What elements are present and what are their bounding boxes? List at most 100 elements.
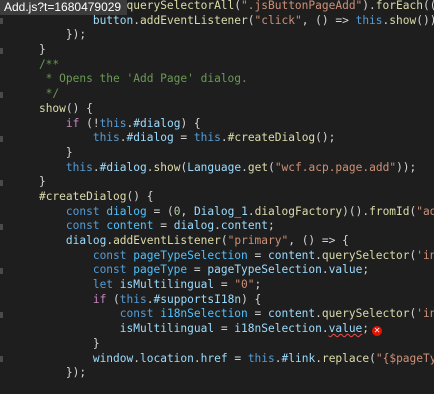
code-line: dialog.addEventListener("primary", () =>… (12, 234, 434, 249)
code-token: pageTypeSelection (133, 248, 248, 262)
code-token: = (214, 278, 235, 292)
code-token: #createDialog (227, 131, 316, 145)
code-token: this (92, 131, 120, 145)
code-token: i18nSelection (234, 322, 322, 336)
code-token: Language (187, 160, 242, 174)
code-token: if (65, 116, 80, 130)
code-token: ( (220, 234, 228, 247)
code-token: } (12, 336, 100, 350)
code-token: content (268, 248, 316, 262)
code-token: addEventListener (113, 234, 221, 247)
code-token: . (146, 292, 154, 306)
code-token: , () => { (288, 234, 349, 247)
code-token: * Opens the 'Add Page' dialog. (12, 72, 248, 86)
code-token: . (193, 351, 201, 365)
code-editor[interactable]: document.querySelectorAll(".jsButtonPage… (12, 0, 434, 381)
code-token: . (241, 160, 248, 174)
code-token: . (315, 248, 322, 262)
code-token: location (140, 351, 194, 365)
code-token: value (328, 263, 363, 277)
code-token: content (268, 307, 316, 321)
code-token: this (119, 292, 147, 306)
editor-gutter (0, 0, 7, 394)
code-token: 'input[name="isMultilingual"]' (416, 307, 434, 321)
code-line: window.location.href = this.#link.replac… (12, 352, 434, 367)
code-line: * Opens the 'Add Page' dialog. (12, 72, 434, 87)
gutter-fold-marker (0, 268, 3, 274)
code-token: content (106, 219, 154, 233)
code-token: () { (126, 189, 154, 203)
code-token: = (247, 248, 268, 262)
code-token: )); (396, 160, 417, 174)
code-token: this (99, 116, 127, 130)
code-line: this.#dialog.show(Language.get("wcf.acp.… (12, 161, 434, 176)
code-line: } (12, 175, 434, 190)
code-line: } (12, 43, 434, 58)
code-token: addEventListener (140, 13, 248, 27)
code-token: let (92, 278, 114, 292)
code-token: ".jsButtonPageAdd" (241, 0, 363, 12)
code-token: ; (254, 278, 262, 292)
code-token: content (220, 219, 269, 233)
code-line: #createDialog() { (12, 190, 434, 205)
code-token: pageType (133, 263, 188, 277)
editor-tab[interactable]: Add.js?t=1680479029 (0, 0, 128, 15)
code-token: this (247, 351, 275, 365)
code-token: show (38, 101, 66, 115)
code-line: let isMultilingual = "0"; (12, 278, 434, 293)
code-line: /** (12, 58, 434, 73)
code-line: } (12, 337, 434, 352)
code-token: . (92, 160, 100, 174)
code-token: show (389, 13, 417, 27)
code-token: const (92, 263, 127, 277)
code-token: querySelector (321, 307, 410, 321)
code-token: , () => (301, 13, 356, 27)
code-token: )(). (342, 204, 370, 218)
code-token: const (92, 248, 127, 262)
tab-title: Add.js?t=1680479029 (4, 0, 122, 14)
code-token: dialogFactory (254, 204, 343, 218)
code-token: () { (65, 101, 93, 115)
code-token: . (321, 322, 329, 336)
code-token: this (355, 13, 383, 27)
code-line: const pageTypeSelection = content.queryS… (12, 249, 434, 264)
code-token: }); (12, 366, 87, 380)
code-token: . (247, 204, 255, 218)
code-line: const content = dialog.content; (12, 219, 434, 234)
code-token: } (12, 175, 46, 189)
code-token: = (227, 351, 248, 365)
code-token: ). (362, 0, 376, 12)
code-token: "click" (254, 13, 302, 27)
code-token: querySelectorAll (126, 0, 235, 12)
code-line: }); (12, 366, 434, 381)
code-token: #link (281, 351, 316, 365)
code-token: = (214, 322, 235, 336)
code-token: #dialog (126, 131, 174, 145)
code-token: get (247, 160, 269, 174)
code-token: ; (362, 263, 370, 277)
code-token: = (187, 263, 208, 277)
code-token: dialog (173, 219, 215, 233)
error-x-icon[interactable]: ✕ (372, 326, 383, 337)
code-token: (); (315, 131, 336, 145)
code-token: isMultilingual (119, 322, 215, 336)
code-token: const (65, 204, 100, 218)
code-token: const (119, 307, 154, 321)
code-token: Dialog_1 (193, 204, 248, 218)
code-token: #createDialog (38, 189, 127, 203)
code-token: forEach (375, 0, 423, 12)
code-token: . (220, 131, 228, 145)
code-line: isMultilingual = i18nSelection.value; ✕ (12, 322, 434, 337)
code-line: const i18nSelection = content.querySelec… (12, 307, 434, 322)
